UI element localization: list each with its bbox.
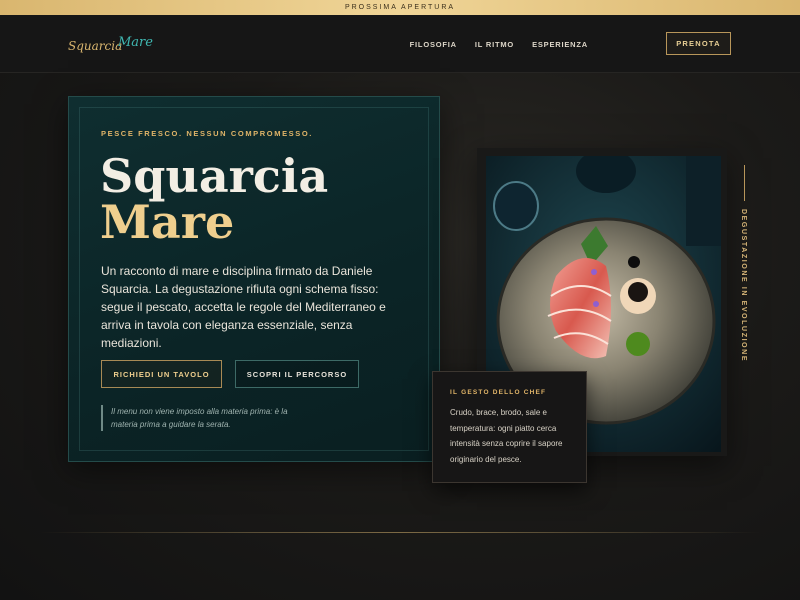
- nav-link-esperienza[interactable]: ESPERIENZA: [532, 40, 588, 49]
- chef-note-heading: IL GESTO DELLO CHEF: [450, 389, 547, 396]
- request-table-button[interactable]: RICHIEDI UN TAVOLO: [101, 360, 222, 388]
- hero-lead-text: Un racconto di mare e disciplina firmato…: [101, 264, 386, 350]
- hero-title-line1: Squarcia: [100, 149, 329, 203]
- prenota-button[interactable]: PRENOTA: [666, 32, 731, 55]
- logo-text-secondary: Mare: [118, 35, 153, 50]
- hero-eyebrow: PESCE FRESCO. NESSUN COMPROMESSO.: [101, 129, 313, 138]
- chef-note-card: IL GESTO DELLO CHEF Crudo, brace, brodo,…: [432, 371, 587, 483]
- navbar: Squarcia Mare FILOSOFIA IL RITMO ESPERIE…: [0, 15, 800, 73]
- side-label: DEGUSTAZIONE IN EVOLUZIONE: [740, 165, 750, 365]
- side-label-text: DEGUSTAZIONE IN EVOLUZIONE: [740, 209, 747, 363]
- section-divider: [40, 532, 760, 533]
- discover-path-button[interactable]: SCOPRI IL PERCORSO: [235, 360, 359, 388]
- hero-title-line2: Mare: [100, 195, 235, 249]
- announcement-bar: PROSSIMA APERTURA: [0, 0, 800, 15]
- chef-note-text: Crudo, brace, brodo, sale e temperatura:…: [450, 408, 563, 464]
- nav-link-il-ritmo[interactable]: IL RITMO: [475, 40, 514, 49]
- hero-card: PESCE FRESCO. NESSUN COMPROMESSO. Squarc…: [68, 96, 440, 462]
- side-label-line: [744, 165, 745, 201]
- brand-logo[interactable]: Squarcia Mare: [68, 25, 153, 61]
- logo-text-primary: Squarcia: [68, 39, 123, 53]
- nav-link-filosofia[interactable]: FILOSOFIA: [410, 40, 457, 49]
- main-menu: FILOSOFIA IL RITMO ESPERIENZA: [410, 40, 588, 49]
- hero-quote: Il menu non viene imposto alla materia p…: [101, 405, 291, 431]
